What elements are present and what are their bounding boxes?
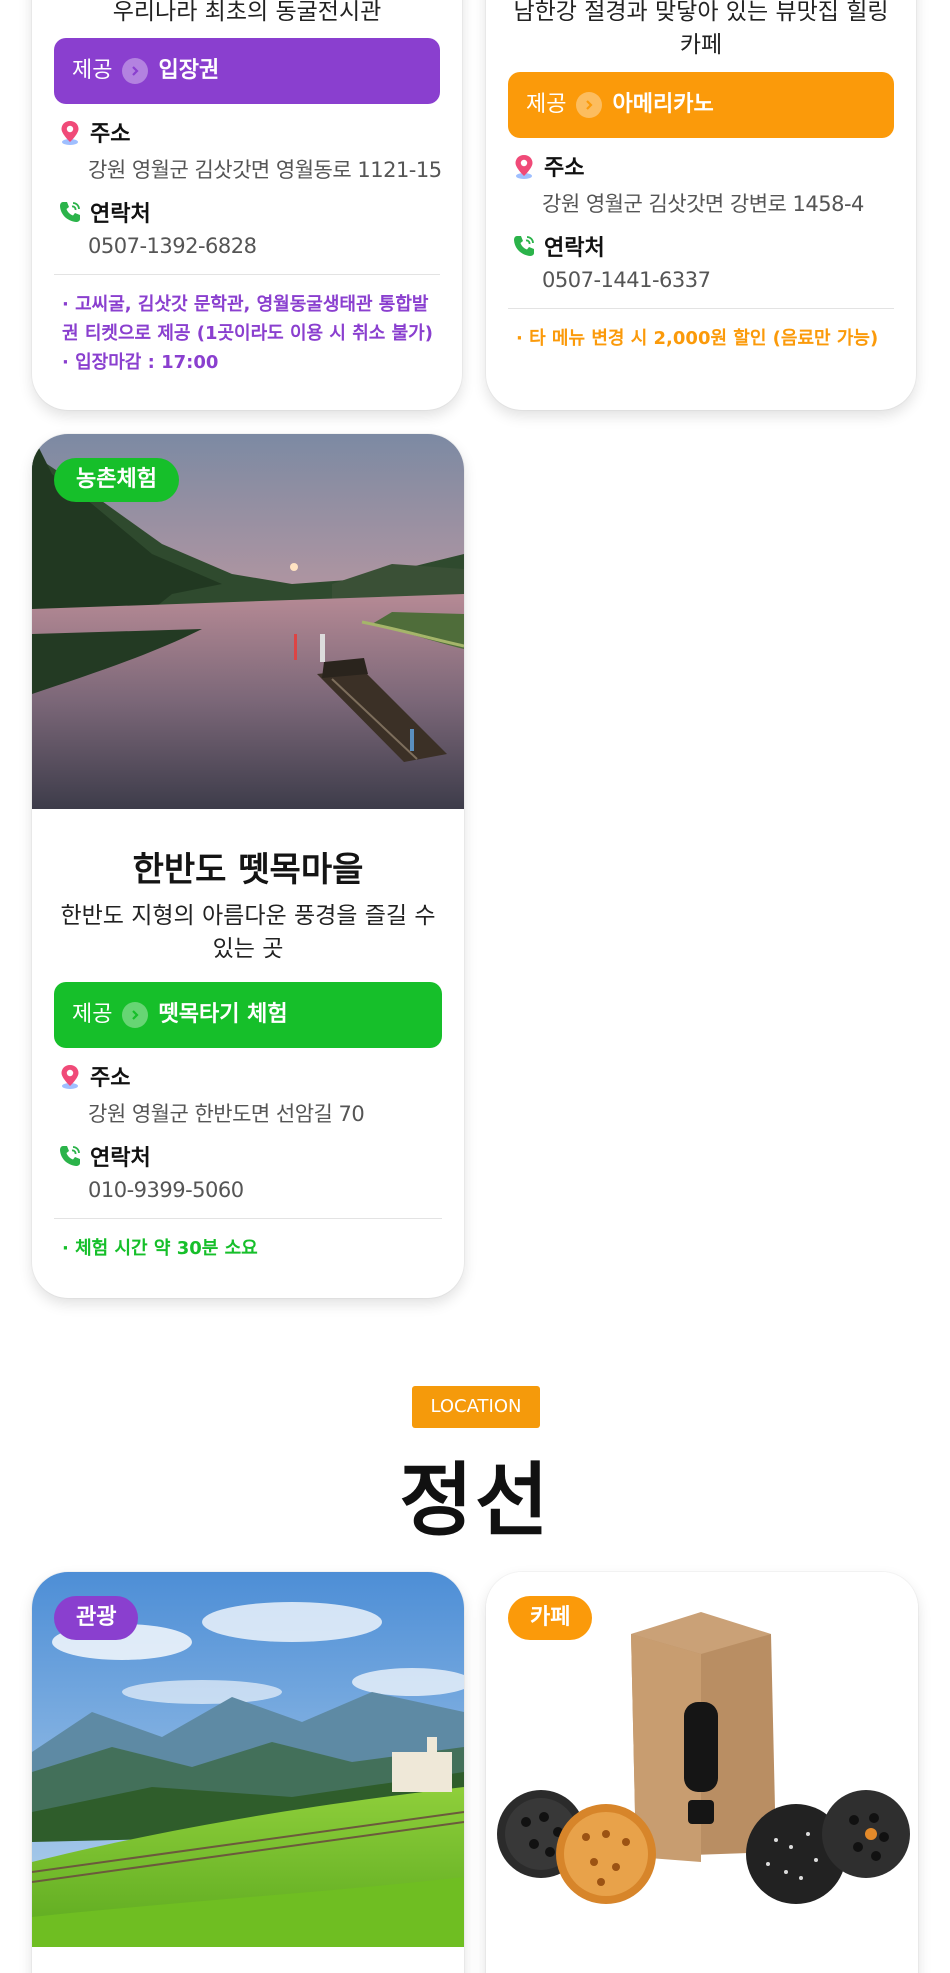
card-title: 한반도 뗏목마을 — [132, 850, 364, 890]
location-tag: LOCATION — [412, 1386, 540, 1428]
pin-icon — [56, 1062, 84, 1090]
provide-prefix: 제공 — [526, 92, 567, 117]
category-badge: 카페 — [508, 1596, 593, 1640]
chevron-right-icon — [122, 1002, 149, 1028]
divider — [54, 1218, 442, 1219]
address-value: 강원 영월군 김삿갓면 강변로 1458-4 — [542, 192, 864, 216]
address-value: 강원 영월군 김삿갓면 영월동로 1121-15 — [88, 158, 442, 182]
note-list: · 체험 시간 약 30분 소요 — [54, 1234, 442, 1263]
provide-bar: 제공 뗏목타기 체험 — [54, 982, 442, 1048]
card-village[interactable]: 농촌체험 한반도 뗏목마을 한반도 지형의 아름다운 풍경을 즐길 수 있는 곳… — [32, 434, 464, 1298]
card-cave[interactable]: 우리나라 최초의 동굴전시관 제공 입장권 주소 강원 영월군 김삿갓면 영월동… — [32, 0, 462, 410]
address-label: 주소 — [56, 116, 130, 148]
chevron-right-icon — [576, 92, 603, 118]
card-cafe[interactable]: 남한강 절경과 맞닿아 있는 뷰맛집 힐링 카페 제공 아메리카노 주소 강원 … — [486, 0, 916, 410]
provide-prefix: 제공 — [72, 58, 113, 83]
provide-bar: 제공 입장권 — [54, 38, 440, 104]
contact-label: 연락처 — [56, 1140, 151, 1172]
note-item: · 입장마감 : 17:00 — [62, 352, 219, 373]
address-label: 주소 — [510, 150, 584, 182]
provide-item: 뗏목타기 체험 — [158, 1002, 288, 1027]
note-item: · 체험 시간 약 30분 소요 — [62, 1238, 258, 1259]
card-tour[interactable]: 관광 — [32, 1572, 464, 1973]
divider — [54, 274, 440, 275]
divider — [508, 308, 894, 309]
pin-icon — [510, 152, 538, 180]
provide-prefix: 제공 — [72, 1002, 113, 1027]
note-item: · 타 메뉴 변경 시 2,000원 할인 (음료만 가능) — [516, 328, 879, 349]
card-cafe-2[interactable]: 카페 — [486, 1572, 918, 1973]
phone-value[interactable]: 0507-1392-6828 — [88, 234, 257, 258]
note-list: · 타 메뉴 변경 시 2,000원 할인 (음료만 가능) — [508, 324, 894, 353]
address-label: 주소 — [56, 1060, 130, 1092]
provide-item: 아메리카노 — [612, 92, 714, 117]
phone-value[interactable]: 010-9399-5060 — [88, 1178, 244, 1202]
location-title: 정선 — [399, 1454, 551, 1547]
note-list: · 고씨굴, 김삿갓 문학관, 영월동굴생태관 통합발권 티켓으로 제공 (1곳… — [54, 290, 440, 377]
category-badge: 농촌체험 — [54, 458, 179, 502]
note-item: · 고씨굴, 김삿갓 문학관, 영월동굴생태관 통합발권 티켓으로 제공 (1곳… — [62, 294, 433, 344]
provide-bar: 제공 아메리카노 — [508, 72, 894, 138]
card-desc: 우리나라 최초의 동굴전시관 — [112, 0, 382, 25]
contact-label: 연락처 — [56, 196, 151, 228]
phone-icon — [510, 232, 538, 260]
card-desc: 남한강 절경과 맞닿아 있는 뷰맛집 힐링 카페 — [513, 0, 889, 58]
contact-label: 연락처 — [510, 230, 605, 262]
phone-icon — [56, 198, 84, 226]
phone-value[interactable]: 0507-1441-6337 — [542, 268, 711, 292]
provide-item: 입장권 — [158, 58, 220, 83]
address-value: 강원 영월군 한반도면 선암길 70 — [88, 1102, 365, 1126]
category-badge: 관광 — [54, 1596, 139, 1640]
phone-icon — [56, 1142, 84, 1170]
pin-icon — [56, 118, 84, 146]
card-desc: 한반도 지형의 아름다운 풍경을 즐길 수 있는 곳 — [60, 903, 436, 962]
chevron-right-icon — [122, 58, 149, 84]
